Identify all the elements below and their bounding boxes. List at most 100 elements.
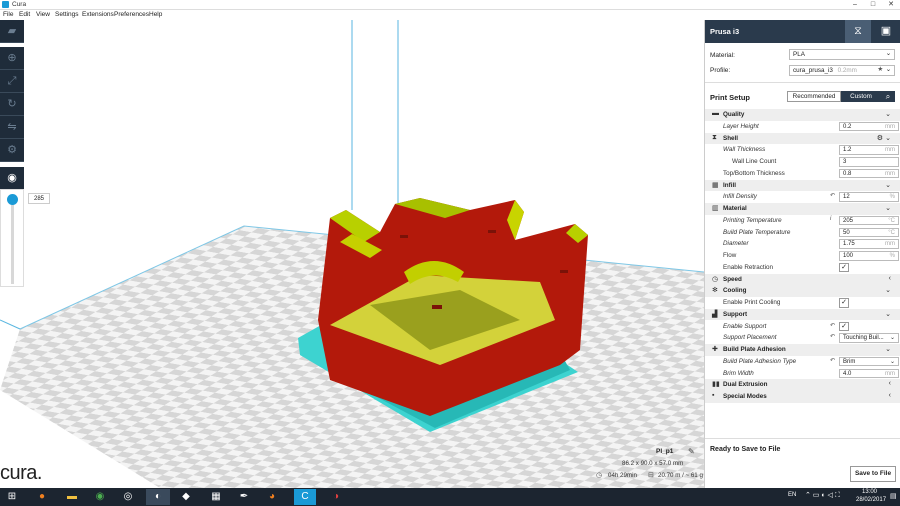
3d-viewport[interactable]: cura. PI_p1 ✎ 86.2 x 90.0 x 57.0 mm ◷ 04… [0,20,704,488]
setting-input[interactable]: 0.8 mm [839,168,899,179]
file-explorer-icon[interactable]: ▬ [60,489,84,505]
setting-build-plate-adhesion-type: Build Plate Adhesion Type ↶ Brim ⌄ [705,356,900,368]
star-icon[interactable]: ★ [877,66,883,73]
prepare-mode-icon[interactable]: ⧖ [845,20,871,43]
setting-input[interactable]: 0.2 mm [839,121,899,132]
setting-input[interactable]: 100% [839,251,899,261]
menu-view[interactable]: View [36,11,50,18]
view-mode-eye-icon[interactable]: ◉ [0,167,24,190]
reset-icon[interactable]: ↶ [830,192,835,199]
setting-checkbox[interactable]: ✓ [839,321,849,331]
firefox-icon[interactable]: ● [30,489,54,505]
mirror-tool-icon[interactable]: ⇋ [0,116,24,139]
chevron-down-icon: ⌄ [885,50,891,57]
menu-file[interactable]: File [3,11,13,18]
chevron-icon: ‹ [888,274,891,282]
reset-icon[interactable]: ↶ [830,333,835,340]
menu-preferences[interactable]: Preferences [114,11,149,18]
category-infill[interactable]: ▦ Infill ⌄ [705,179,900,192]
setting-input[interactable]: 12% [839,192,899,202]
setting-enable-print-cooling: Enable Print Cooling ✓ [705,297,900,309]
layer-slider[interactable] [0,189,24,287]
notification-icon[interactable]: ▤ [890,492,897,500]
app-icon[interactable]: ◐ [146,489,170,505]
translate-tool-icon[interactable]: ⊕ [0,47,24,70]
setting-input[interactable]: 205 °C [839,215,899,226]
cura-taskbar-icon[interactable]: C [294,489,316,505]
category-special-modes[interactable]: ▪ Special Modes ‹ [705,391,900,403]
job-name: PI_p1 [656,448,674,455]
scale-tool-icon[interactable]: ⤢ [0,70,24,93]
profile-select[interactable]: cura_prusa_i3 0.2mm ★ ⌄ [789,65,895,76]
print-setup-title: Print Setup [710,93,751,102]
setting-select[interactable]: Touching Buil... ⌄ [839,333,899,343]
gear-icon[interactable]: ⚙ [877,134,883,142]
material-value: PLA [793,51,805,58]
start-button-icon[interactable]: ⊞ [0,489,24,505]
reset-icon[interactable]: ↶ [830,357,835,364]
material-select[interactable]: PLA ⌄ [789,49,895,60]
category-quality[interactable]: ▬ Quality ⌄ [705,109,900,121]
menu-extensions[interactable]: Extensions [82,11,114,18]
rotate-tool-icon[interactable]: ↻ [0,93,24,116]
archive-icon[interactable]: ▦ [204,489,228,505]
settings-sidebar: Prusa i3 ⧖ ▣ Material: PLA ⌄ Profile: cu… [704,20,900,488]
setting-input[interactable]: 1.75 mm [839,239,899,249]
monitor-mode-icon[interactable]: ▣ [873,20,899,43]
setting-input[interactable]: 1.2 mm [839,145,899,155]
printer-name[interactable]: Prusa i3 [710,27,739,36]
unity-icon[interactable]: ◆ [174,489,198,505]
filament-icon: ⊟ [648,472,654,479]
setting-checkbox[interactable]: ✓ [839,298,849,308]
tab-custom[interactable]: Custom [841,91,881,102]
save-to-file-button[interactable]: Save to File [850,466,896,482]
language-indicator[interactable]: EN [788,492,796,498]
ready-status: Ready to Save to File [710,446,781,453]
setting-printing-temperature: Printing Temperature i 205 °C [705,215,900,227]
menu-edit[interactable]: Edit [19,11,30,18]
inkscape-icon[interactable]: ✒ [232,489,256,505]
category-dual-extrusion[interactable]: ▮▮ Dual Extrusion ‹ [705,379,900,391]
setting-checkbox[interactable]: ✓ [839,262,849,273]
layer-number-input[interactable]: 285 [28,193,50,204]
setting-input[interactable]: 50 °C [839,227,899,237]
chevron-icon: ‹ [888,380,891,388]
per-model-settings-icon[interactable]: ⚙ [0,139,24,162]
category-cooling[interactable]: ✻ Cooling ⌄ [705,285,900,297]
setting-input[interactable]: 4.0 mm [839,368,899,378]
media-player-icon[interactable]: ◎ [116,489,140,505]
tab-recommended[interactable]: Recommended [787,91,841,102]
category-speed[interactable]: ◷ Speed ‹ [705,273,900,286]
tray-icons[interactable]: ⌃ ▭ ◐ ◁ ⛶ [805,491,840,500]
chevron-down-icon: ⌄ [885,66,891,73]
chrome-icon[interactable]: ◉ [88,489,112,505]
setting-input[interactable]: 3 [839,157,899,167]
category-support[interactable]: ▟ Support ⌄ [705,308,900,321]
clock-icon: ◷ [596,472,603,479]
menu-bar: File Edit View Settings Extensions Prefe… [0,10,900,20]
minimize-button[interactable]: – [846,0,864,10]
windows-taskbar: ⊞ ● ▬ ◉ ◎ ◐ ◆ ▦ ✒ ◕ ▣ C ◑ EN ⌃ ▭ ◐ ◁ ⛶ 1… [0,488,900,506]
setting-infill-density: Infill Density ↶ 12% [705,191,900,203]
blender-icon[interactable]: ◕ [260,489,284,505]
category-shell[interactable]: ⧗ Shell ⚙ ⌄ [705,132,900,145]
maximize-button[interactable]: □ [864,0,882,10]
print-time: 04h 29min [608,472,637,479]
menu-settings[interactable]: Settings [55,11,79,18]
layer-slider-handle[interactable] [7,194,18,205]
title-bar: Cura – □ ✕ [0,0,900,10]
filament-usage: 20.70 m / ~ 61 g [658,472,703,479]
category-build-plate-adhesion[interactable]: ✚ Build Plate Adhesion ⌄ [705,344,900,356]
search-icon[interactable]: ⌕ [881,91,895,102]
close-button[interactable]: ✕ [882,0,900,10]
material-icon: ▥ [712,205,719,212]
menu-help[interactable]: Help [149,11,162,18]
setting-select[interactable]: Brim ⌄ [839,356,899,367]
category-material[interactable]: ▥ Material ⌄ [705,203,900,215]
open-file-icon[interactable]: ▰ [0,20,24,43]
edit-pencil-icon[interactable]: ✎ [688,447,695,456]
recorder-icon[interactable]: ◑ [324,489,348,505]
reset-icon[interactable]: ↶ [830,322,835,329]
info-icon[interactable]: i [830,216,831,222]
setting-flow: Flow 100% [705,250,900,262]
